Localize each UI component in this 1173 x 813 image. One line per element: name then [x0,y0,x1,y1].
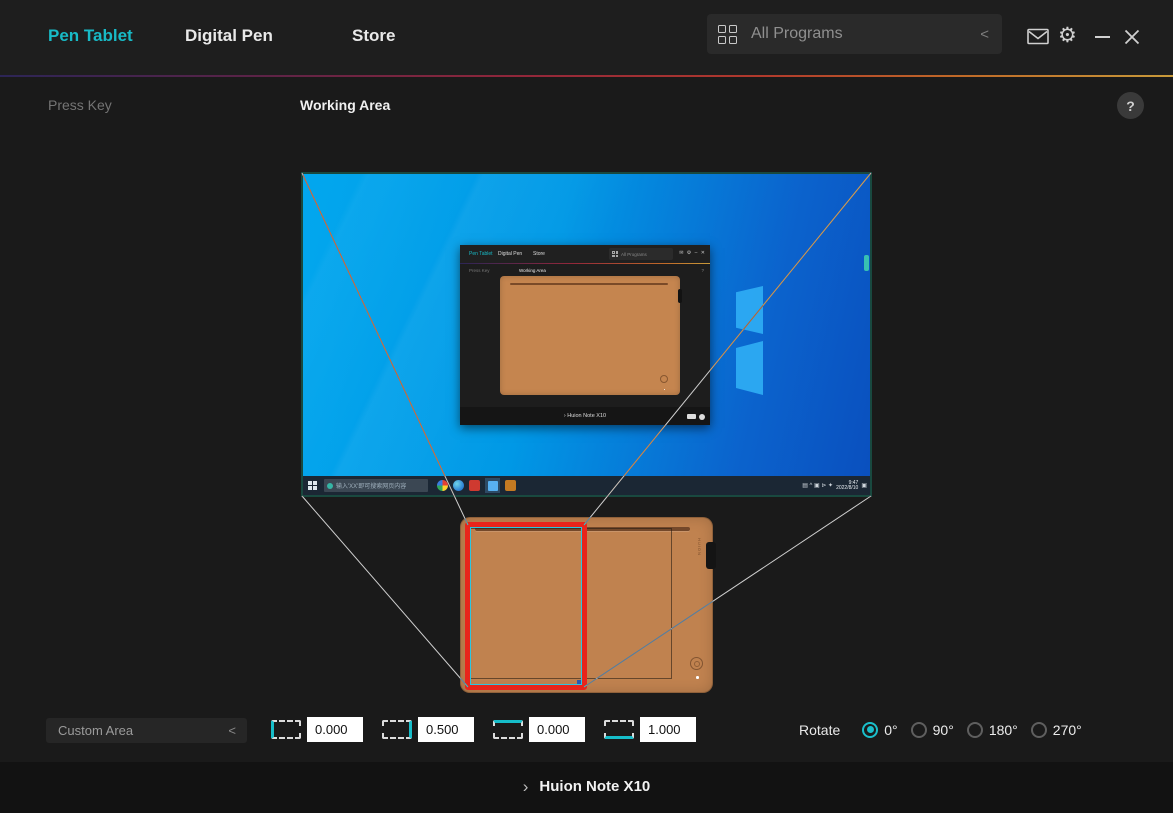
pen-clip [706,542,716,569]
radio-90-icon[interactable] [911,722,927,738]
field-top [493,717,585,742]
notification-icon: ▣ [861,483,867,489]
rotate-option-0[interactable]: 0° [862,722,897,738]
mail-icon[interactable] [1027,28,1049,45]
tablet-image: HUION [460,517,713,693]
bottom-edge-icon [604,720,634,739]
mini-window-icons: ✉ ⚙ – ✕ [679,250,706,256]
device-chevron-icon[interactable]: › [523,778,529,795]
rotate-label: Rotate [799,722,840,738]
mini-tab-digital-pen: Digital Pen [498,251,522,257]
screen-edge-notch [864,255,869,271]
mini-white-dot [664,389,666,391]
working-area-selection[interactable] [465,522,587,690]
all-programs-dropdown[interactable]: All Programs < [707,14,1002,54]
close-icon[interactable] [1124,29,1140,45]
taskbar-clock: 9:47 2022/8/10 [836,481,858,491]
left-edge-input[interactable] [307,717,363,742]
help-button[interactable]: ? [1117,92,1144,119]
tablet-indicator-dot [696,676,699,679]
browser-icon [437,480,448,491]
windows-logo [736,286,763,395]
radio-0-icon[interactable] [862,722,878,738]
mini-gradient-divider [460,263,710,264]
rotate-option-270[interactable]: 270° [1031,722,1082,738]
taskbar: 输入'XX'即可搜索网页内容 ▤ ^ ▣ ⊳ ✦ 9:47 2022/8/10 … [303,476,870,495]
field-left [271,717,363,742]
orange-app-icon [505,480,516,491]
gradient-divider [0,75,1173,77]
taskbar-search-box: 输入'XX'即可搜索网页内容 [324,479,428,492]
radio-270-icon[interactable] [1031,722,1047,738]
page-title: Working Area [300,97,390,113]
tablet-brand-text: HUION [697,538,702,556]
mini-all-programs: All Programs [609,248,673,260]
area-coordinate-fields [271,717,696,742]
minimize-icon[interactable] [1095,36,1110,38]
settings-gear-icon[interactable]: ⚙ [1058,25,1077,46]
mini-press-key: Press Key [469,268,490,273]
mini-footer: › Huion Note X10 [460,407,710,425]
bottom-edge-input[interactable] [640,717,696,742]
top-edge-input[interactable] [529,717,585,742]
field-right [382,717,474,742]
top-nav: Pen Tablet Digital Pen Store All Program… [0,0,1173,75]
right-edge-icon [382,720,412,739]
red-app-icon [469,480,480,491]
mini-tab-store: Store [533,251,545,257]
selection-resize-handle[interactable] [577,680,582,685]
device-selector[interactable]: › Huion Note X10 [0,778,1173,795]
all-programs-grid-icon [718,25,737,44]
mini-pen-groove [510,283,668,285]
top-edge-icon [493,720,523,739]
mini-driver-window: Pen Tablet Digital Pen Store All Program… [460,245,710,425]
mini-tablet-image [500,276,680,395]
mini-help: ? [701,268,704,273]
start-button-icon [308,481,317,490]
mini-battery-icon [687,414,696,419]
mini-tab-pen-tablet: Pen Tablet [469,251,493,257]
radio-180-icon[interactable] [967,722,983,738]
area-preset-dropdown[interactable]: Custom Area < [46,718,247,743]
tab-pen-tablet[interactable]: Pen Tablet [48,26,133,46]
taskbar-app-icons [437,478,516,493]
device-name: Huion Note X10 [539,778,650,795]
mini-top-nav: Pen Tablet Digital Pen Store All Program… [460,245,710,263]
footer-bar: › Huion Note X10 [0,762,1173,813]
mini-logo-circle [660,375,668,383]
system-tray: ▤ ^ ▣ ⊳ ✦ 9:47 2022/8/10 ▣ [802,481,867,491]
area-preset-label: Custom Area [58,723,133,738]
search-icon [327,483,333,489]
active-app-icon [485,478,500,493]
mini-grid-icon [612,251,618,257]
right-edge-input[interactable] [418,717,474,742]
tablet-logo-circle [690,657,703,670]
huion-driver-window: Pen Tablet Digital Pen Store All Program… [0,0,1173,813]
rotate-group: Rotate 0° 90° 180° 270° [799,717,1095,742]
edge-icon [453,480,464,491]
tab-store[interactable]: Store [352,26,395,46]
all-programs-label: All Programs [751,25,843,43]
field-bottom [604,717,696,742]
sidebar-item-press-key[interactable]: Press Key [48,97,112,113]
rotate-option-180[interactable]: 180° [967,722,1018,738]
mini-working-area: Working Area [519,268,546,273]
tab-digital-pen[interactable]: Digital Pen [185,26,273,46]
mini-bluetooth-icon [699,414,705,420]
mini-pen-clip [678,289,682,303]
monitor-preview: Pen Tablet Digital Pen Store All Program… [301,172,872,497]
rotate-option-90[interactable]: 90° [911,722,954,738]
left-edge-icon [271,720,301,739]
area-preset-chevron-icon[interactable]: < [228,723,236,738]
all-programs-chevron-icon[interactable]: < [980,26,989,43]
